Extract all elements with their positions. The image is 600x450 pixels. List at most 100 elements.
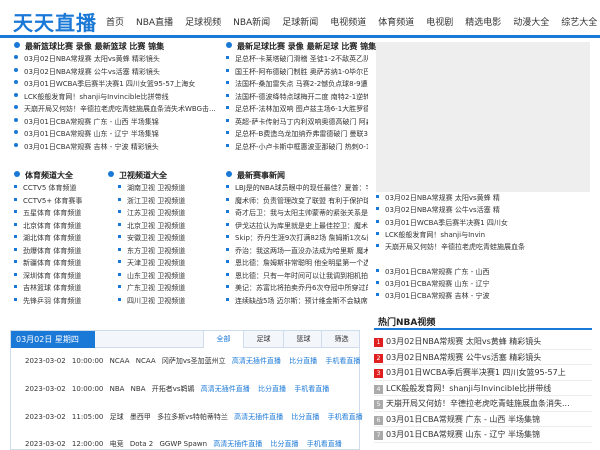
nav-item-sports-channels[interactable]: 体育频道 bbox=[378, 15, 414, 28]
list-item[interactable]: LCK般般发育网！shanji与Invin bbox=[376, 229, 590, 241]
news-item[interactable]: 恩比德：只有一年时间可以让我调到相机拍下！努力赢下总冠军 bbox=[226, 270, 368, 283]
bullet-icon bbox=[14, 67, 18, 72]
channel-item[interactable]: 天津卫视 卫视频道 bbox=[108, 257, 218, 270]
hot-item[interactable]: 6 03月01日CBA常规赛 广东 - 山西 半场集锦 bbox=[374, 412, 592, 427]
list-item[interactable]: 天崩开局又何妨！辛德拉老虎吃青蛙施展血条消失术WBG击... bbox=[14, 103, 224, 116]
bullet-icon bbox=[14, 210, 17, 213]
score-link[interactable]: 比分直播 bbox=[291, 413, 319, 421]
news-item[interactable]: 魔术师：负责管理改变了联盟 有利于保护球员但损害了比赛 bbox=[226, 195, 368, 208]
news-item[interactable]: Skip：乔丹生涯9次打满82场 詹姆斯1次&戴维斯0次 bbox=[226, 232, 368, 245]
list-item[interactable]: 03月02日NBA常规赛 太阳vs黄蜂 精彩镜头 bbox=[14, 53, 224, 66]
channel-item[interactable]: CCTV5 体育频道 bbox=[14, 182, 114, 195]
live-link[interactable]: 高清无插件直播 bbox=[232, 357, 281, 365]
nav-item-movies[interactable]: 精选电影 bbox=[465, 15, 501, 28]
news-item[interactable]: 恩比德：詹姆斯非常聪明 他全明星第一个选我证明一些懂得... bbox=[226, 257, 368, 270]
hot-item[interactable]: 3 03月01日WCBA季后赛半决赛1 四川女篮95-57上 bbox=[374, 365, 592, 381]
channel-item[interactable]: 山东卫视 卫视频道 bbox=[108, 270, 218, 283]
tv-channels-title: 卫视频道大全 bbox=[108, 170, 218, 182]
list-item[interactable]: 国王杯-阿布德破门制胜 奥萨苏纳1-0毕尔巴鄂 bbox=[226, 66, 368, 79]
list-item[interactable]: 03月02日NBA常规赛 公牛vs活塞 精彩镜头 bbox=[14, 66, 224, 79]
channel-item[interactable]: 北京卫视 卫视频道 bbox=[108, 220, 218, 233]
live-link[interactable]: 高清无插件直播 bbox=[234, 413, 283, 421]
channel-item[interactable]: 新疆体育 体育频道 bbox=[14, 257, 114, 270]
list-item[interactable]: 03月01日CBA常规赛 吉林 - 宁波 bbox=[376, 290, 590, 302]
list-item[interactable]: 法国杯-德波绛特点球梅开二度 南特2-1逆转朗斯 bbox=[226, 91, 368, 104]
schedule-date-tab[interactable]: 03月02日 星期四 bbox=[11, 331, 95, 348]
bullet-icon bbox=[376, 281, 379, 285]
filter-tab-basketball[interactable]: 篮球 bbox=[283, 331, 323, 348]
channel-item[interactable]: 湖北体育 体育频道 bbox=[14, 232, 114, 245]
channel-item[interactable]: 广东卫视 卫视频道 bbox=[108, 282, 218, 295]
nav-item-home[interactable]: 首页 bbox=[106, 15, 124, 28]
list-item[interactable]: 足总杯-B费造乌龙加纳乔弗雷德破门 曼联3-1逆转西汉姆进8 bbox=[226, 128, 368, 141]
nav-item-anime[interactable]: 动漫大全 bbox=[513, 15, 549, 28]
header-divider bbox=[0, 35, 600, 38]
channel-item[interactable]: CCTV5+ 体育赛事 bbox=[14, 195, 114, 208]
site-logo[interactable]: 天天直播 bbox=[13, 7, 97, 36]
score-link[interactable]: 比分直播 bbox=[258, 385, 286, 393]
mobile-link[interactable]: 手机看直播 bbox=[328, 413, 363, 421]
hot-item[interactable]: 5 天崩开局又何妨！辛德拉老虎吃青蛙施展血条消失... bbox=[374, 396, 592, 412]
mobile-link[interactable]: 手机看直播 bbox=[307, 440, 342, 448]
channel-item[interactable]: 四川卫视 卫视频道 bbox=[108, 295, 218, 308]
list-item[interactable]: 03月02日NBA常规赛 公牛vs活塞 精 bbox=[376, 204, 590, 216]
nav-item-football-news[interactable]: 足球新闻 bbox=[282, 15, 318, 28]
list-item[interactable]: 03月01日CBA常规赛 广东 - 山西 bbox=[376, 266, 590, 278]
channel-item[interactable]: 湖南卫视 卫视频道 bbox=[108, 182, 218, 195]
hot-item[interactable]: 7 03月01日CBA常规赛 山东 - 辽宁 半场集锦 bbox=[374, 427, 592, 443]
nav-item-football-video[interactable]: 足球视频 bbox=[185, 15, 221, 28]
list-item[interactable]: 03月01日CBA常规赛 山东 - 辽宁 bbox=[376, 278, 590, 290]
news-item[interactable]: 奇才后卫：我与太阳主帅蒙蒂的紧张关系是申请交易的主要原因 bbox=[226, 207, 368, 220]
list-item[interactable]: LCK般般发育网！shanji与Invincible比拼带线 bbox=[14, 91, 224, 104]
live-link[interactable]: 高清无插件直播 bbox=[201, 385, 250, 393]
nav-item-tv-channels[interactable]: 电视频道 bbox=[330, 15, 366, 28]
list-item[interactable]: 03月02日NBA常规赛 太阳vs黄蜂 精 bbox=[376, 192, 590, 204]
filter-tab-football[interactable]: 足球 bbox=[243, 331, 283, 348]
news-item[interactable]: 连续缺战5场 迈尔斯：预计维金斯不会缺席很长一段时间 bbox=[226, 295, 368, 308]
channel-item[interactable]: 安徽卫视 卫视频道 bbox=[108, 232, 218, 245]
list-item[interactable]: 足总杯-卡莱塔破门滑稽 圣徒1-2不敌英乙队 bbox=[226, 53, 368, 66]
list-item[interactable]: 03月01日CBA常规赛 山东 - 辽宁 半场集锦 bbox=[14, 128, 224, 141]
news-item[interactable]: 伊戈达拉认为库里就是史上最佳控卫：魔术师身边有着更好... bbox=[226, 220, 368, 233]
list-item[interactable]: 03月01日CBA常规赛 吉林 - 宁波 精彩镜头 bbox=[14, 141, 224, 154]
live-link[interactable]: 高清无插件直播 bbox=[213, 440, 262, 448]
hot-item[interactable]: 4 LCK般般发育网！shanji与Invincible比拼带线 bbox=[374, 381, 592, 396]
channel-item[interactable]: 深圳体育 体育频道 bbox=[14, 270, 114, 283]
hot-item[interactable]: 2 03月02日NBA常规赛 公牛vs活塞 精彩镜头 bbox=[374, 350, 592, 365]
channel-item[interactable]: 劲爆体育 体育频道 bbox=[14, 245, 114, 258]
nav-item-nba-news[interactable]: NBA新闻 bbox=[233, 15, 270, 28]
list-item[interactable]: 足总杯-法林加双响 图卢兹主场6-1大胜罗德兹 bbox=[226, 103, 368, 116]
list-item[interactable]: 足总杯-小卢卡斯中框惠波亚那破门 热刺0-1谢菲联遭淘汰 bbox=[226, 141, 368, 154]
hot-nba-list: 1 03月02日NBA常规赛 太阳vs黄蜂 精彩镜头 2 03月02日NBA常规赛 … bbox=[374, 334, 592, 443]
channel-item[interactable]: 东方卫视 卫视频道 bbox=[108, 245, 218, 258]
channel-item[interactable]: 江苏卫视 卫视频道 bbox=[108, 207, 218, 220]
bullet-icon bbox=[118, 222, 121, 226]
channel-item[interactable]: 先锋乒羽 体育频道 bbox=[14, 295, 114, 308]
channel-item[interactable]: 北京体育 体育频道 bbox=[14, 220, 114, 233]
schedule-row: 2023-03-02 12:00:00 电竞 Dota 2 GGWP Spawn… bbox=[25, 440, 342, 448]
score-link[interactable]: 比分直播 bbox=[271, 440, 299, 448]
bullet-icon bbox=[226, 260, 229, 263]
list-item[interactable]: 法国杯-桑加雷失点 马赛2-2憾负点球8-9遭淘汰 bbox=[226, 78, 368, 91]
score-link[interactable]: 比分直播 bbox=[289, 357, 317, 365]
channel-item[interactable]: 吉林篮球 体育频道 bbox=[14, 282, 114, 295]
list-item[interactable]: 03月01日CBA常规赛 广东 - 山西 半场集锦 bbox=[14, 116, 224, 129]
nav-item-nba-live[interactable]: NBA直播 bbox=[136, 15, 173, 28]
filter-tab-filter[interactable]: 筛选 bbox=[321, 331, 361, 348]
nav-item-variety[interactable]: 综艺大全 bbox=[561, 15, 597, 28]
list-item[interactable]: 英超-萨卡传射马丁内利双响奥德高破门 阿森纳4-0埃弗顿5分 bbox=[226, 116, 368, 129]
nav-item-tv-series[interactable]: 电视剧 bbox=[426, 15, 453, 28]
list-item[interactable]: 03月01日WCBA季后赛半决赛1 四川女篮95-57上海女 bbox=[14, 78, 224, 91]
news-item[interactable]: LBJ是的NBA球员眼中的现任最佳？夏普：字母哥和约基奇要强 bbox=[226, 182, 368, 195]
news-item[interactable]: 乔治：我这两场一直没办法成为哈里斯 魔术师对此并不满意 bbox=[226, 245, 368, 258]
channel-item[interactable]: 五星体育 体育频道 bbox=[14, 207, 114, 220]
hot-item[interactable]: 1 03月02日NBA常规赛 太阳vs黄蜂 精彩镜头 bbox=[374, 334, 592, 350]
channel-item[interactable]: 浙江卫视 卫视频道 bbox=[108, 195, 218, 208]
list-item[interactable]: 03月01日WCBA季后赛半决赛1 四川女 bbox=[376, 217, 590, 229]
mobile-link[interactable]: 手机看直播 bbox=[294, 385, 329, 393]
list-item[interactable]: 天崩开局又何妨！辛德拉老虎吃青蛙施展血条 bbox=[376, 241, 590, 266]
filter-tab-all[interactable]: 全部 bbox=[203, 331, 243, 348]
mobile-link[interactable]: 手机看直播 bbox=[325, 357, 360, 365]
news-item[interactable]: 美记：苏富比将拍卖乔丹6次夺冠中所穿过的六双球鞋 张可能... bbox=[226, 282, 368, 295]
bullet-icon bbox=[118, 185, 121, 188]
